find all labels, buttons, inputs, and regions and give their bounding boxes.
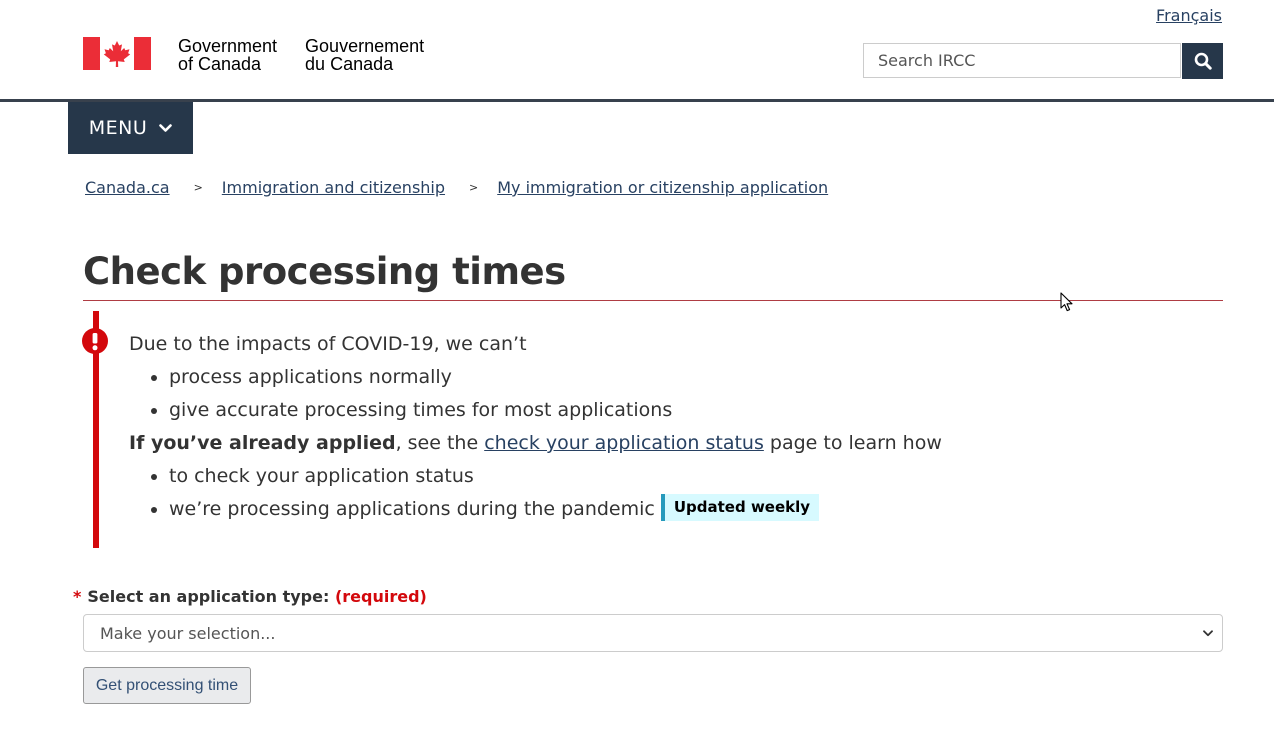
breadcrumb-canada-link[interactable]: Canada.ca (85, 178, 170, 197)
alert-applied-mid: , see the (395, 432, 485, 454)
application-type-label: * Select an application type: (required) (73, 587, 427, 606)
menu-button[interactable]: MENU (68, 102, 193, 154)
alert-list-impacts: process applications normally give accur… (129, 361, 942, 427)
breadcrumb-immigration-link[interactable]: Immigration and citizenship (222, 178, 445, 197)
language-toggle-link[interactable]: Français (1156, 6, 1222, 25)
label-text: Select an application type: (87, 587, 330, 606)
alert-applied-end: page to learn how (763, 432, 942, 454)
page-title: Check processing times (83, 250, 566, 293)
required-marker: * (73, 587, 82, 606)
list-item-text: we’re processing applications during the… (169, 498, 655, 520)
breadcrumb-my-application-link[interactable]: My immigration or citizenship applicatio… (497, 178, 828, 197)
list-item: to check your application status (169, 460, 942, 493)
list-item: process applications normally (169, 361, 942, 394)
search-icon (1194, 52, 1212, 70)
breadcrumb: Canada.ca > Immigration and citizenship … (85, 178, 828, 197)
signature-fr-line-1: Gouvernement (305, 36, 425, 56)
title-underline (83, 300, 1223, 301)
select-arrow-icon (1203, 629, 1213, 636)
alert-applied-text: If you’ve already applied, see the check… (129, 427, 942, 460)
menu-label: MENU (88, 117, 148, 139)
signature-french: Gouvernement du Canada (305, 37, 424, 73)
signature-english: Government of Canada (178, 37, 277, 73)
select-value: Make your selection... (100, 623, 276, 643)
list-item: we’re processing applications during the… (169, 493, 942, 526)
alert-list-learn: to check your application status we’re p… (129, 460, 942, 526)
exclamation-icon (82, 328, 108, 354)
search-input[interactable] (876, 50, 1180, 71)
chevron-down-icon (159, 123, 173, 132)
alert-applied-bold: If you’ve already applied (129, 432, 396, 454)
covid-alert: Due to the impacts of COVID-19, we can’t… (129, 328, 942, 526)
search-field[interactable] (863, 43, 1181, 78)
required-text: (required) (334, 587, 427, 606)
check-status-link[interactable]: check your application status (484, 432, 764, 454)
mouse-cursor-icon (1060, 292, 1073, 312)
application-type-select[interactable]: Make your selection... (83, 614, 1223, 652)
government-wordmark[interactable]: Government of Canada Gouvernement du Can… (83, 37, 424, 73)
alert-intro: Due to the impacts of COVID-19, we can’t (129, 333, 527, 355)
signature-fr-line-2: du Canada (305, 54, 394, 74)
breadcrumb-separator: > (193, 181, 203, 194)
canada-flag-icon (83, 37, 151, 70)
signature-en-line-1: Government (178, 36, 278, 56)
signature-en-line-2: of Canada (178, 54, 262, 74)
breadcrumb-separator: > (469, 181, 479, 194)
list-item: give accurate processing times for most … (169, 394, 942, 427)
get-processing-time-button[interactable]: Get processing time (83, 667, 251, 704)
search-button[interactable] (1182, 43, 1223, 79)
updated-weekly-badge: Updated weekly (660, 494, 820, 521)
